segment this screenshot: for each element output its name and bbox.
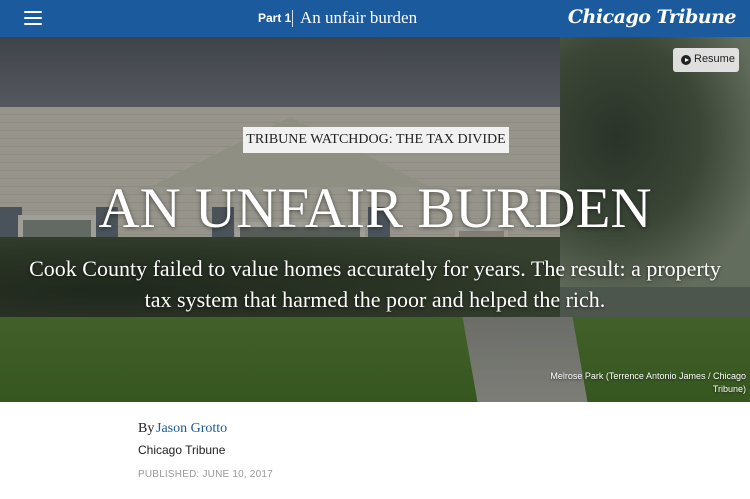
part-label: Part 1 (258, 11, 292, 25)
part-divider (292, 10, 293, 27)
menu-line (24, 11, 42, 13)
top-navigation-bar: Part 1 An unfair burden Chicago Tribune (0, 0, 750, 37)
author-link[interactable]: Jason Grotto (156, 421, 227, 437)
photo-caption: Melrose Park (Terrence Antonio James / C… (550, 371, 746, 394)
resume-button[interactable]: Resume (673, 48, 739, 72)
menu-line (24, 17, 42, 19)
hamburger-menu-icon[interactable] (24, 10, 42, 26)
section-kicker: TRIBUNE WATCHDOG: THE TAX DIVIDE (243, 127, 509, 153)
byline-organization: Chicago Tribune (138, 443, 226, 457)
part-title: An unfair burden (300, 8, 418, 27)
chicago-tribune-logo[interactable]: Chicago Tribune (568, 6, 737, 28)
play-circle-icon (681, 55, 691, 65)
resume-label: Resume (694, 53, 735, 65)
published-date: PUBLISHED: JUNE 10, 2017 (138, 469, 273, 480)
menu-line (24, 23, 42, 25)
byline-prefix: By (138, 421, 155, 436)
dek: Cook County failed to value homes accura… (29, 256, 721, 312)
hero-section: Resume TRIBUNE WATCHDOG: THE TAX DIVIDE … (0, 37, 750, 402)
headline: AN UNFAIR BURDEN (98, 177, 652, 240)
